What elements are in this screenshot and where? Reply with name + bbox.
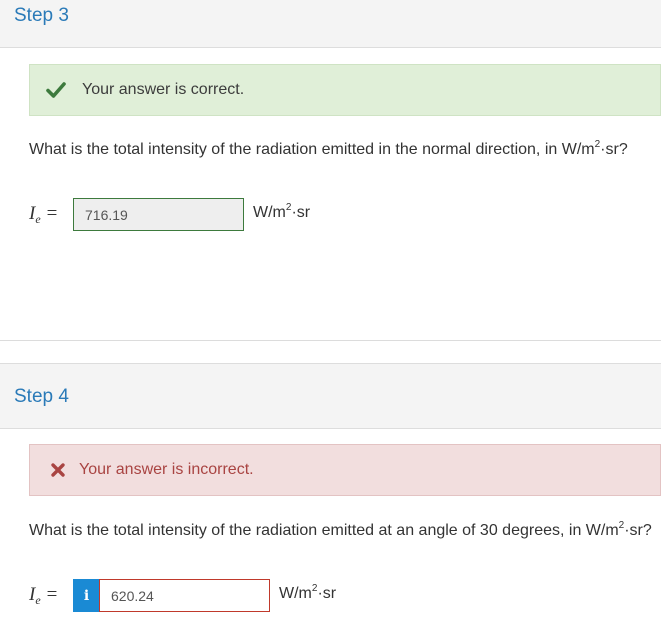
step3-feedback-banner: Your answer is correct. (29, 64, 661, 116)
step4-answer-input[interactable]: 620.24 (99, 579, 270, 612)
step3-variable-label: Ie = (29, 203, 57, 227)
info-button-label: i (83, 587, 90, 604)
step4-feedback-text: Your answer is incorrect. (79, 461, 254, 478)
step4-header: Step 4 (0, 363, 661, 429)
step3-question-prefix: What is the total intensity of the radia… (29, 141, 595, 158)
step3-answer-input[interactable]: 716.19 (73, 198, 244, 231)
step4-variable-sub: e (35, 593, 41, 607)
section-divider (0, 340, 661, 341)
step3-equals: = (46, 203, 58, 224)
step3-unit: W/m2·sr (253, 203, 311, 222)
step4-unit-suffix: ·sr (317, 585, 337, 602)
step3-unit-suffix: ·sr (291, 204, 311, 221)
step3-question: What is the total intensity of the radia… (29, 140, 628, 159)
step4-variable-label: Ie = (29, 584, 57, 608)
step4-question-suffix: ·sr? (624, 522, 652, 539)
step3-unit-prefix: W/m (253, 204, 286, 221)
step3-variable-sub: e (35, 212, 41, 226)
step4-answer-value: 620.24 (111, 587, 154, 604)
step4-question-prefix: What is the total intensity of the radia… (29, 522, 619, 539)
x-mark-icon (46, 458, 70, 482)
step3-title: Step 3 (14, 5, 69, 26)
step4-unit: W/m2·sr (279, 584, 337, 603)
step3-question-suffix: ·sr? (600, 141, 628, 158)
step4-question: What is the total intensity of the radia… (29, 521, 652, 540)
info-icon[interactable]: i (73, 579, 100, 612)
step4-title: Step 4 (14, 386, 69, 407)
step3-answer-value: 716.19 (85, 206, 128, 223)
step3-header: Step 3 (0, 0, 661, 48)
checkmark-icon (44, 78, 68, 102)
step3-feedback-text: Your answer is correct. (82, 81, 245, 98)
step4-unit-prefix: W/m (279, 585, 312, 602)
step4-equals: = (46, 584, 58, 605)
step4-feedback-banner: Your answer is incorrect. (29, 444, 661, 496)
